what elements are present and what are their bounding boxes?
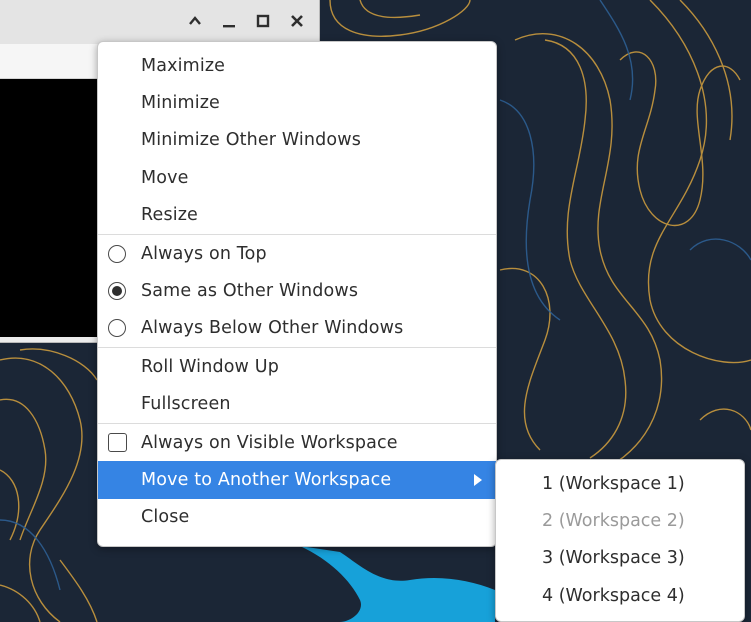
- submenu-item-workspace-4[interactable]: 4 (Workspace 4): [496, 577, 744, 614]
- submenu-item-workspace-3[interactable]: 3 (Workspace 3): [496, 540, 744, 577]
- menu-item-same-as-other-windows[interactable]: Same as Other Windows: [98, 272, 496, 309]
- submenu-item-label: 3 (Workspace 3): [542, 548, 685, 569]
- menu-item-move[interactable]: Move: [98, 159, 496, 196]
- radio-selected-icon: [108, 282, 126, 301]
- maximize-icon[interactable]: [253, 11, 273, 31]
- radio-unselected-icon: [108, 244, 126, 263]
- menu-item-always-on-visible-workspace[interactable]: Always on Visible Workspace: [98, 424, 496, 461]
- menu-item-label: Minimize Other Windows: [141, 130, 362, 151]
- menu-item-label: Move to Another Workspace: [141, 469, 392, 490]
- menu-item-label: Fullscreen: [141, 394, 231, 415]
- radio-unselected-icon: [108, 319, 126, 338]
- workspace-submenu: 1 (Workspace 1) 2 (Workspace 2) 3 (Works…: [495, 459, 745, 622]
- menu-item-roll-window-up[interactable]: Roll Window Up: [98, 348, 496, 385]
- menu-item-label: Always on Top: [141, 243, 267, 264]
- menu-item-always-below[interactable]: Always Below Other Windows: [98, 310, 496, 347]
- close-icon[interactable]: [287, 11, 307, 31]
- window-menu: Maximize Minimize Minimize Other Windows…: [97, 41, 497, 547]
- minimize-icon[interactable]: [219, 11, 239, 31]
- submenu-item-label: 2 (Workspace 2): [542, 511, 685, 532]
- menu-item-label: Minimize: [141, 93, 220, 114]
- menu-item-close[interactable]: Close: [98, 499, 496, 536]
- menu-item-fullscreen[interactable]: Fullscreen: [98, 386, 496, 423]
- menu-item-label: Always Below Other Windows: [141, 318, 404, 339]
- chevron-up-icon[interactable]: [185, 11, 205, 31]
- menu-item-maximize[interactable]: Maximize: [98, 47, 496, 84]
- menu-item-label: Same as Other Windows: [141, 281, 359, 302]
- menu-item-label: Close: [141, 507, 190, 528]
- menu-item-label: Always on Visible Workspace: [141, 432, 398, 453]
- menu-item-label: Move: [141, 167, 189, 188]
- checkbox-unchecked-icon: [107, 433, 127, 453]
- submenu-item-workspace-2: 2 (Workspace 2): [496, 502, 744, 539]
- menu-item-minimize-other-windows[interactable]: Minimize Other Windows: [98, 122, 496, 159]
- window-titlebar[interactable]: [0, 0, 319, 45]
- submenu-item-label: 4 (Workspace 4): [542, 585, 685, 606]
- menu-item-label: Resize: [141, 205, 198, 226]
- submenu-arrow-icon: [474, 473, 482, 486]
- submenu-item-workspace-1[interactable]: 1 (Workspace 1): [496, 465, 744, 502]
- menu-item-resize[interactable]: Resize: [98, 197, 496, 234]
- submenu-item-label: 1 (Workspace 1): [542, 473, 685, 494]
- menu-item-label: Roll Window Up: [141, 356, 279, 377]
- menu-item-label: Maximize: [141, 55, 226, 76]
- menu-item-always-on-top[interactable]: Always on Top: [98, 235, 496, 272]
- menu-item-move-to-another-workspace[interactable]: Move to Another Workspace: [98, 461, 496, 499]
- menu-item-minimize[interactable]: Minimize: [98, 84, 496, 121]
